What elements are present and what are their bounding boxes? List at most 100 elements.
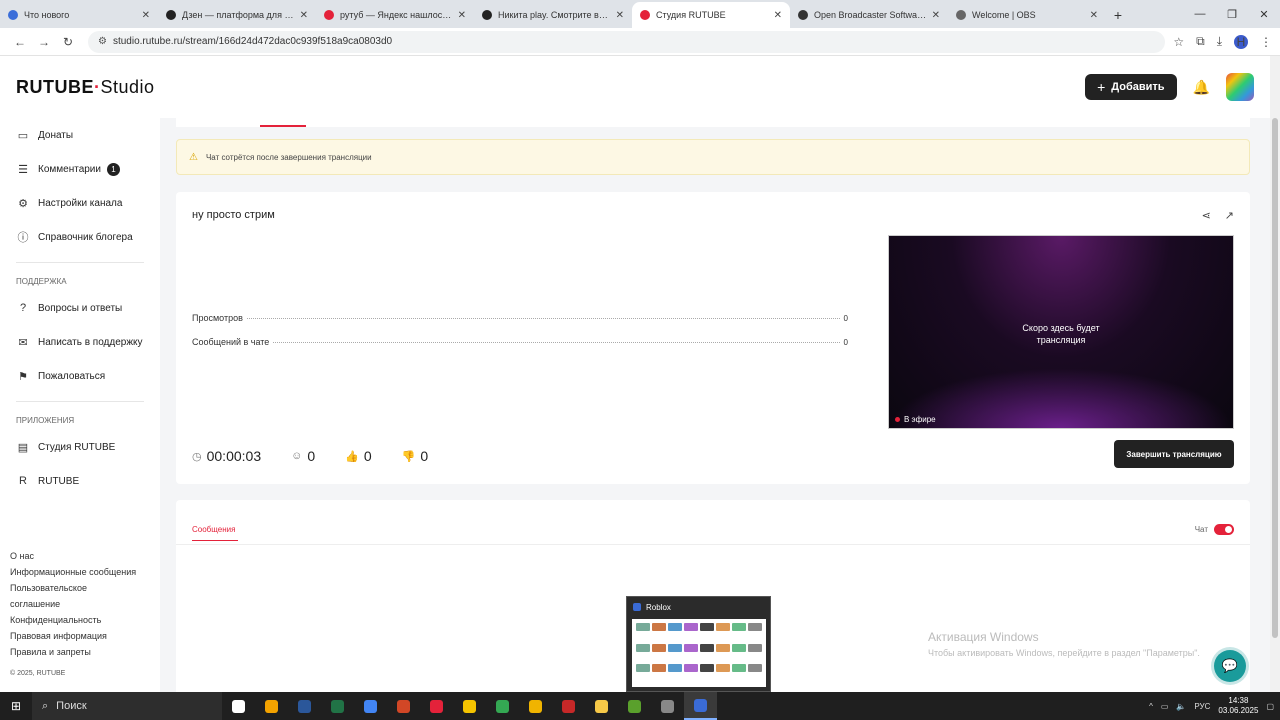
- chat-bubble-icon: 💬: [1221, 658, 1239, 673]
- new-tab-button[interactable]: +: [1106, 2, 1130, 28]
- tab-favicon-icon: [166, 10, 176, 20]
- taskbar-app-icon[interactable]: [486, 692, 519, 720]
- browser-tab[interactable]: Дзен — платформа для прос ✕: [158, 2, 316, 28]
- taskbar-app-icon[interactable]: [618, 692, 651, 720]
- tab-close-icon[interactable]: ✕: [774, 10, 782, 21]
- profile-avatar[interactable]: Н: [1234, 34, 1248, 49]
- footer-link[interactable]: Пользовательское: [10, 580, 136, 596]
- back-icon[interactable]: ←: [8, 35, 32, 49]
- browser-tab[interactable]: Что нового ✕: [0, 2, 158, 28]
- support-heading: ПОДДЕРЖКА: [16, 276, 67, 286]
- footer-link[interactable]: Правила и запреты: [10, 644, 136, 660]
- sidebar-item[interactable]: R RUTUBE: [0, 464, 160, 498]
- rutube-studio-logo[interactable]: RUTUBE·Studio: [16, 77, 155, 98]
- extensions-icon[interactable]: ⧉: [1196, 34, 1205, 49]
- maximize-button[interactable]: ❐: [1216, 8, 1248, 21]
- footer-link[interactable]: Информационные сообщения: [10, 564, 136, 580]
- share-icon[interactable]: ⋖: [1202, 209, 1211, 222]
- taskbar-app-icon[interactable]: [420, 692, 453, 720]
- player-text-line2: трансляция: [1036, 335, 1086, 345]
- site-info-icon[interactable]: ⚙: [98, 36, 107, 47]
- sidebar-item[interactable]: ⚑ Пожаловаться: [0, 359, 160, 393]
- browser-menu-icon[interactable]: ⋮: [1260, 35, 1272, 49]
- url-input[interactable]: ⚙ studio.rutube.ru/stream/166d24d472dac0…: [88, 30, 1166, 53]
- browser-tab[interactable]: рутуб — Яндекс нашлось 3 м ✕: [316, 2, 474, 28]
- taskbar-app-icon[interactable]: [387, 692, 420, 720]
- tray-chevron-icon[interactable]: ^: [1149, 702, 1153, 711]
- thumbs-down-icon: 👎: [401, 450, 416, 463]
- forward-icon[interactable]: →: [32, 35, 56, 49]
- app-header: RUTUBE·Studio + Добавить 🔔: [0, 56, 1270, 118]
- tab-favicon-icon: [482, 10, 492, 20]
- taskbar-clock[interactable]: 14:38 03.06.2025: [1218, 696, 1258, 716]
- bell-icon[interactable]: 🔔: [1193, 79, 1210, 96]
- chat-toggle[interactable]: [1214, 524, 1234, 535]
- footer-link[interactable]: соглашение: [10, 596, 136, 612]
- thumbnail-tile: [732, 623, 746, 631]
- tab-title: Никита play. Смотрите видео: [498, 10, 612, 20]
- add-button[interactable]: + Добавить: [1085, 74, 1177, 100]
- notifications-icon[interactable]: ▢: [1266, 702, 1274, 711]
- stat-chat-messages: Сообщений в чате 0: [192, 337, 848, 347]
- dislikes: 👎 0: [402, 448, 429, 464]
- user-avatar[interactable]: [1226, 73, 1254, 101]
- taskbar-app-icon[interactable]: [321, 692, 354, 720]
- footer-link[interactable]: О нас: [10, 548, 136, 564]
- browser-tab[interactable]: Студия RUTUBE ✕: [632, 2, 790, 28]
- download-icon[interactable]: ⤓: [1217, 34, 1222, 49]
- tab-close-icon[interactable]: ✕: [142, 10, 150, 21]
- taskbar-app-icon[interactable]: [651, 692, 684, 720]
- thumbnail-tile: [732, 664, 746, 673]
- taskbar-app-icon[interactable]: [552, 692, 585, 720]
- taskbar-thumbnail-popup[interactable]: Roblox: [626, 596, 771, 692]
- tab-close-icon[interactable]: ✕: [616, 10, 624, 21]
- footer-link[interactable]: Конфиденциальность: [10, 612, 136, 628]
- add-button-label: Добавить: [1111, 81, 1165, 93]
- stream-preview-player[interactable]: Скоро здесь будет трансляция В эфире: [888, 235, 1234, 429]
- bookmark-star-icon[interactable]: ☆: [1173, 35, 1184, 49]
- tab-close-icon[interactable]: ✕: [1090, 10, 1098, 21]
- sidebar-item[interactable]: ▤ Студия RUTUBE: [0, 430, 160, 464]
- taskbar-app-icon[interactable]: [222, 692, 255, 720]
- volume-icon[interactable]: 🔈: [1176, 702, 1186, 711]
- taskbar-app-icon[interactable]: [288, 692, 321, 720]
- stat-label: Сообщений в чате: [192, 337, 270, 347]
- chat-toggle-group: Чат: [1195, 524, 1234, 535]
- help-chat-button[interactable]: 💬: [1214, 650, 1246, 682]
- sidebar-item[interactable]: ✉ Написать в поддержку: [0, 325, 160, 359]
- browser-tab[interactable]: Никита play. Смотрите видео ✕: [474, 2, 632, 28]
- sidebar-item[interactable]: ☰ Комментарии 1: [0, 152, 160, 186]
- taskbar-app-icon[interactable]: [519, 692, 552, 720]
- tab-messages[interactable]: Сообщения: [192, 525, 235, 534]
- active-tab-indicator: [260, 125, 306, 127]
- minimize-button[interactable]: —: [1184, 8, 1216, 20]
- player-text-line1: Скоро здесь будет: [1022, 323, 1100, 333]
- taskbar-search[interactable]: ⌕ Поиск: [32, 692, 222, 720]
- tab-close-icon[interactable]: ✕: [300, 10, 308, 21]
- windows-start-icon[interactable]: ⊞: [0, 692, 32, 720]
- browser-tab[interactable]: Welcome | OBS ✕: [948, 2, 1106, 28]
- thumbs-up-icon: 👍: [345, 450, 359, 463]
- taskbar-app-icon[interactable]: [684, 692, 717, 720]
- sidebar-item[interactable]: ⚙ Настройки канала: [0, 186, 160, 220]
- sidebar-item[interactable]: ? Вопросы и ответы: [0, 291, 160, 325]
- network-icon[interactable]: ▭: [1161, 702, 1169, 711]
- search-label: Поиск: [56, 700, 87, 712]
- reload-icon[interactable]: ↻: [56, 35, 80, 49]
- tab-close-icon[interactable]: ✕: [932, 10, 940, 21]
- scrollbar-thumb[interactable]: [1272, 118, 1278, 638]
- taskbar-app-icon[interactable]: [585, 692, 618, 720]
- sidebar-item[interactable]: ▭ Донаты: [0, 118, 160, 152]
- end-stream-button[interactable]: Завершить трансляцию: [1114, 440, 1234, 468]
- language-indicator[interactable]: РУС: [1194, 702, 1210, 711]
- footer-link[interactable]: Правовая информация: [10, 628, 136, 644]
- taskbar-app-icon[interactable]: [255, 692, 288, 720]
- browser-tab[interactable]: Open Broadcaster Software | O ✕: [790, 2, 948, 28]
- external-link-icon[interactable]: ↗: [1225, 209, 1234, 222]
- sidebar-item[interactable]: ⓘ Справочник блогера: [0, 220, 160, 254]
- taskbar-app-icon[interactable]: [453, 692, 486, 720]
- page-scrollbar[interactable]: [1270, 56, 1280, 692]
- taskbar-app-icon[interactable]: [354, 692, 387, 720]
- tab-close-icon[interactable]: ✕: [458, 10, 466, 21]
- close-window-button[interactable]: ✕: [1248, 8, 1280, 21]
